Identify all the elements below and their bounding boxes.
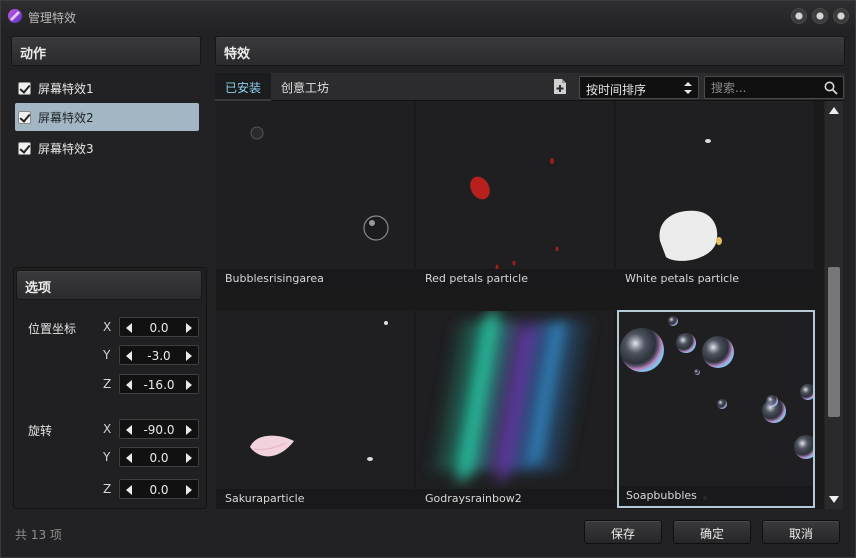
effects-grid: Bubblesrisingarea Red petals particle Wh…	[216, 101, 824, 509]
search-input[interactable]	[711, 80, 821, 96]
options-title: 选项	[25, 281, 52, 296]
updown-icon	[684, 82, 692, 94]
white-petals-preview	[659, 139, 722, 261]
increment-icon[interactable]	[186, 453, 192, 463]
action-item-3[interactable]: 屏幕特效3	[15, 134, 199, 162]
action-item-2[interactable]: 屏幕特效2	[15, 103, 199, 131]
search-box[interactable]	[704, 76, 844, 99]
minimize-button[interactable]	[791, 8, 807, 24]
pos-z-value[interactable]: -16.0	[136, 378, 182, 392]
effect-card-selected[interactable]: Soapbubbles	[617, 310, 815, 508]
increment-icon[interactable]	[186, 323, 192, 333]
rot-y-value[interactable]: 0.0	[136, 451, 182, 465]
effect-card-label: Godraysrainbow2	[416, 489, 614, 509]
pos-x-stepper[interactable]: 0.0	[119, 317, 199, 337]
rot-z-stepper[interactable]: 0.0	[119, 479, 199, 499]
action-item-1[interactable]: 屏幕特效1	[15, 74, 199, 102]
save-button[interactable]: 保存	[584, 520, 662, 544]
item-count: 共 13 项	[15, 528, 62, 542]
rotation-label: 旋转	[28, 424, 53, 438]
pos-x-label: X	[103, 320, 112, 334]
effect-card[interactable]: White petals particle	[616, 101, 814, 289]
rot-x-label: X	[103, 422, 112, 436]
pos-y-label: Y	[103, 348, 111, 362]
rot-z-label: Z	[103, 482, 112, 496]
increment-icon[interactable]	[186, 351, 192, 361]
sort-selected: 按时间排序	[586, 83, 647, 97]
position-label: 位置坐标	[28, 322, 77, 336]
effect-card[interactable]: Bubblesrisingarea	[216, 101, 414, 289]
godrays-preview	[427, 311, 595, 481]
window-title: 管理特效	[28, 11, 77, 25]
add-file-icon[interactable]	[553, 78, 567, 95]
rot-x-value[interactable]: -90.0	[136, 423, 182, 437]
tab-workshop-label: 创意工坊	[281, 81, 330, 95]
effect-card[interactable]: Godraysrainbow2	[416, 311, 614, 509]
options-header: 选项	[16, 270, 202, 300]
actions-title: 动作	[20, 47, 47, 62]
action-label-1: 屏幕特效1	[38, 82, 94, 96]
scroll-up-icon[interactable]	[829, 107, 839, 114]
manage-effects-window: 管理特效 动作 屏幕特效1 屏幕特效2 屏幕特效3 选项 位置坐标 X 0.0	[0, 0, 856, 558]
effects-title: 特效	[224, 47, 251, 62]
effect-card-label: Red petals particle	[416, 269, 614, 289]
effect-card[interactable]: Red petals particle	[416, 101, 614, 289]
close-button[interactable]	[833, 8, 849, 24]
tab-installed-label: 已安装	[225, 81, 262, 95]
decrement-icon[interactable]	[126, 485, 132, 495]
rot-y-stepper[interactable]: 0.0	[119, 447, 199, 467]
increment-icon[interactable]	[186, 425, 192, 435]
pos-z-stepper[interactable]: -16.0	[119, 374, 199, 394]
pos-y-stepper[interactable]: -3.0	[119, 345, 199, 365]
action-checkbox-3[interactable]	[18, 142, 31, 155]
action-label-2: 屏幕特效2	[38, 111, 94, 125]
tab-installed[interactable]: 已安装	[215, 73, 271, 101]
effect-card-label: Sakuraparticle	[216, 489, 414, 509]
grid-scrollbar[interactable]	[825, 101, 843, 509]
decrement-icon[interactable]	[126, 453, 132, 463]
action-checkbox-2[interactable]	[18, 111, 31, 124]
decrement-icon[interactable]	[126, 425, 132, 435]
sakura-preview	[250, 321, 388, 461]
pos-x-value[interactable]: 0.0	[136, 321, 182, 335]
options-panel: 选项 位置坐标 X 0.0 Y -3.0 Z -16.0 旋转 X -90.0 …	[13, 267, 207, 509]
effects-header: 特效	[215, 36, 845, 66]
effect-card-label: Bubblesrisingarea	[216, 269, 414, 289]
soapbubbles-preview	[620, 316, 813, 500]
sort-dropdown[interactable]: 按时间排序	[579, 76, 699, 99]
ok-button[interactable]: 确定	[673, 520, 751, 544]
effect-card-label: Soapbubbles	[619, 486, 813, 506]
rot-x-stepper[interactable]: -90.0	[119, 419, 199, 439]
decrement-icon[interactable]	[126, 351, 132, 361]
cancel-button[interactable]: 取消	[762, 520, 840, 544]
effect-card[interactable]: Sakuraparticle	[216, 311, 414, 509]
effect-card-label: White petals particle	[616, 269, 814, 289]
search-icon[interactable]	[824, 81, 838, 95]
action-checkbox-1[interactable]	[18, 82, 31, 95]
scroll-thumb[interactable]	[828, 267, 840, 417]
rot-y-label: Y	[103, 450, 111, 464]
bubbles-preview	[250, 126, 389, 289]
maximize-button[interactable]	[812, 8, 828, 24]
actions-list: 屏幕特效1 屏幕特效2 屏幕特效3	[11, 69, 207, 261]
title-bar: 管理特效	[1, 1, 855, 32]
pos-z-label: Z	[103, 377, 112, 391]
scroll-down-icon[interactable]	[829, 496, 839, 503]
increment-icon[interactable]	[186, 380, 192, 390]
red-petals-preview	[470, 158, 559, 270]
app-logo-icon	[8, 9, 22, 23]
pos-y-value[interactable]: -3.0	[136, 349, 182, 363]
tab-workshop[interactable]: 创意工坊	[271, 73, 339, 101]
rot-z-value[interactable]: 0.0	[136, 483, 182, 497]
increment-icon[interactable]	[186, 485, 192, 495]
decrement-icon[interactable]	[126, 323, 132, 333]
decrement-icon[interactable]	[126, 380, 132, 390]
actions-header: 动作	[11, 36, 201, 66]
action-label-3: 屏幕特效3	[38, 142, 94, 156]
